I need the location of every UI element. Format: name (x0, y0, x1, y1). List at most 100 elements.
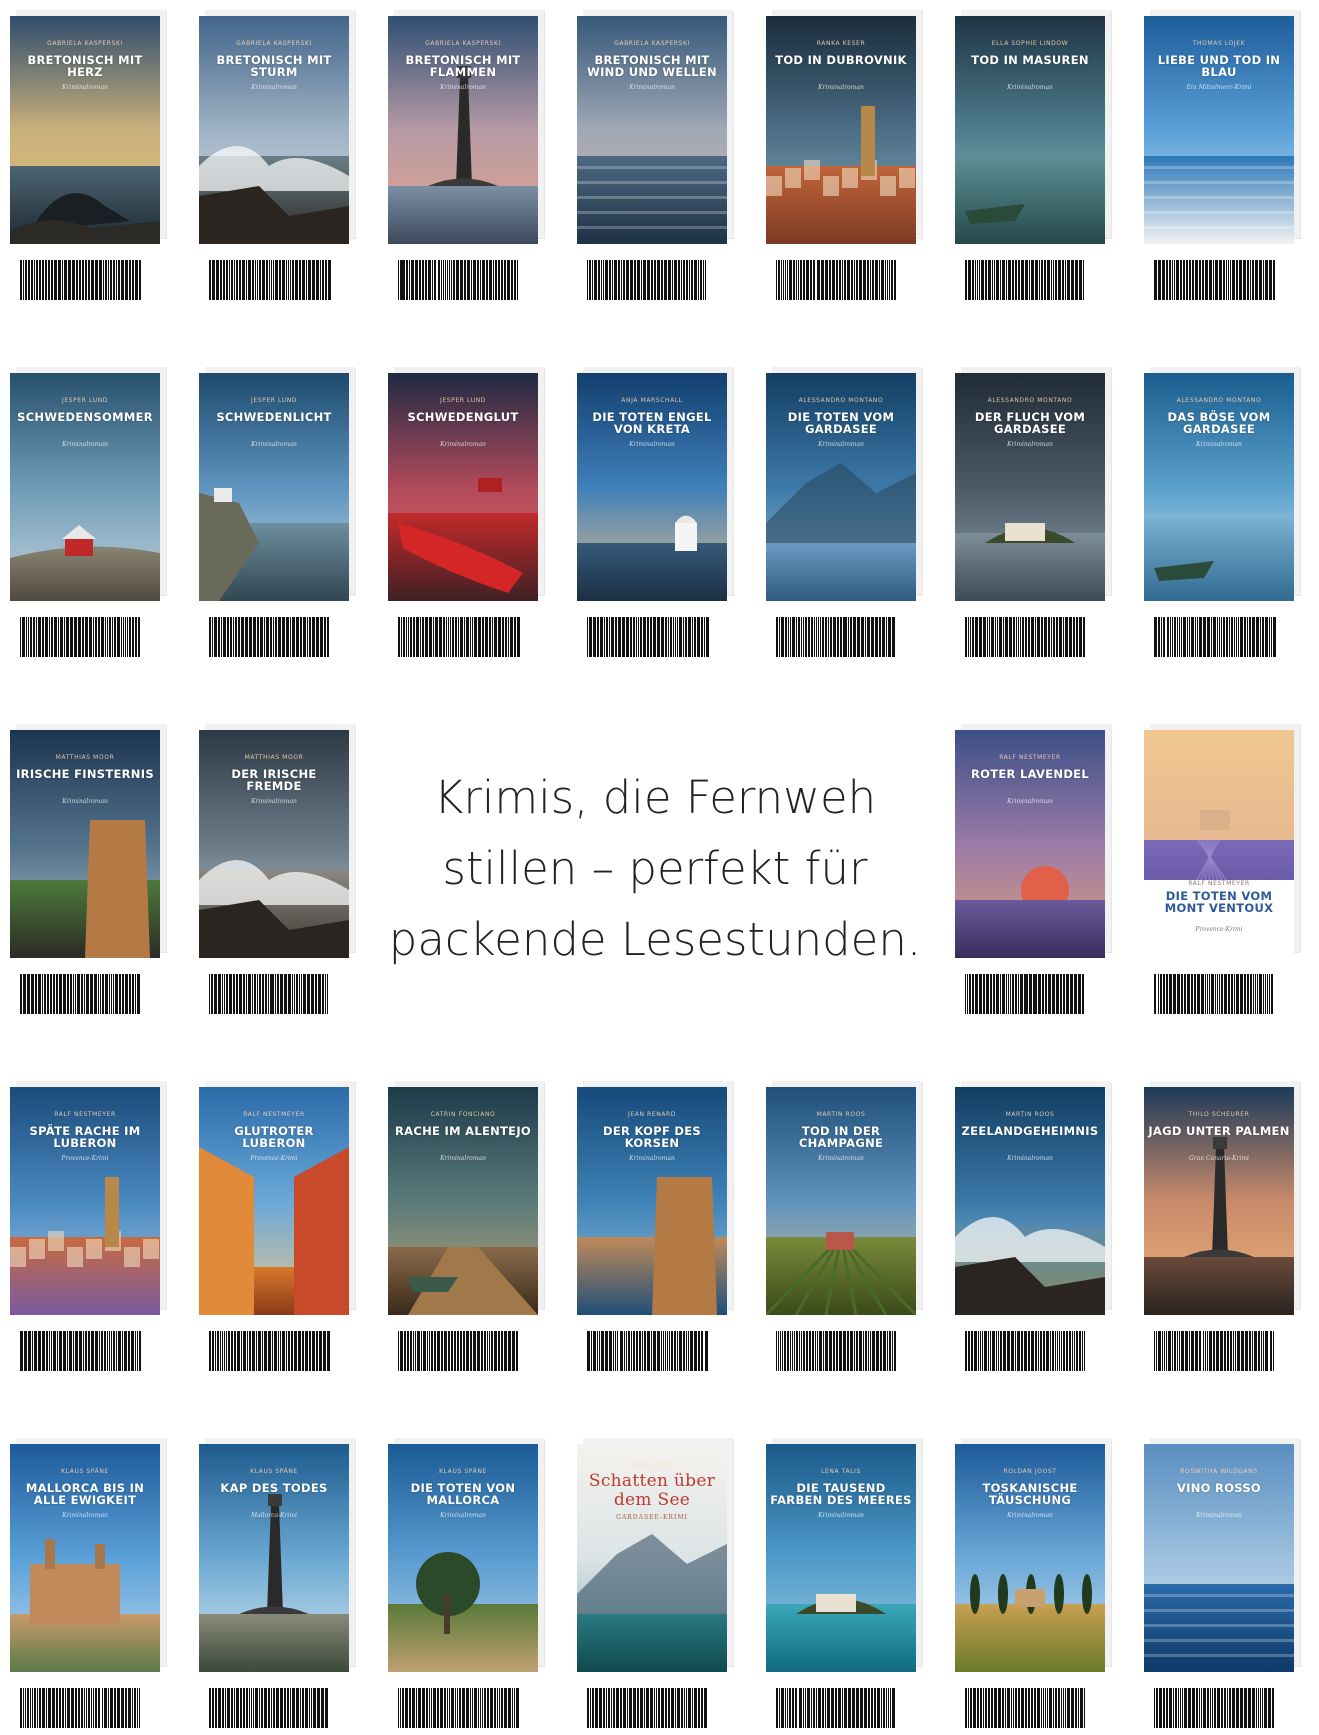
barcode (1154, 617, 1276, 657)
book-item[interactable]: Gabriela Kasperski Bretonisch mit Sturm Kr… (189, 0, 354, 300)
cover-art (199, 373, 349, 601)
book-item[interactable]: Gabriela Kasperski Bretonisch mit Flammen… (378, 0, 543, 300)
book-item[interactable]: Martin Roos Zeelandgeheimnis Kriminalroman (945, 1071, 1110, 1371)
book-item[interactable]: Jesper Lund Schwedensommer Kriminalroman (0, 357, 165, 657)
book-author: Ralf Nestmeyer (54, 1111, 116, 1118)
book-title: Liebe und Tod in Blau (1157, 53, 1281, 79)
book-item[interactable]: Lena Talis Die tausend Farben des Meeres K… (756, 1428, 921, 1728)
book-item[interactable]: Gabriela Kasperski Bretonisch mit Herz Kri… (0, 0, 165, 300)
book-cover[interactable]: Ralf Nestmeyer Glutroter Luberon Provence-… (199, 1087, 349, 1315)
book-cover[interactable]: Ralf Nestmeyer Die Toten vom Mont Ventoux… (1144, 730, 1294, 958)
barcode-wrapper (209, 974, 331, 1014)
book-title: Tod in der Champagne (798, 1124, 884, 1150)
book-item[interactable]: Ralf Nestmeyer Die Toten vom Mont Ventoux… (1134, 714, 1299, 1014)
cover-art (766, 373, 916, 601)
book-cover[interactable]: Martin Roos Zeelandgeheimnis Kriminalroman (955, 1087, 1105, 1315)
book-cover[interactable]: Alessandro Montano Die Toten vom Gardasee… (766, 373, 916, 601)
book-cover[interactable]: Catrin Fonciano Rache im Alentejo Kriminal… (388, 1087, 538, 1315)
book-item[interactable]: Jean Renard Der Kopf des Korsen Kriminalro… (567, 1071, 732, 1371)
book-author: Ranka Keser (816, 40, 866, 47)
book-item[interactable]: Ralf Nestmeyer Späte Rache im Luberon Prov… (0, 1071, 165, 1371)
book-item[interactable]: Klaus Späne Die Toten von Mallorca Krimina… (378, 1428, 543, 1728)
book-author: Matthias Moor (244, 754, 304, 761)
book-title: Späte Rache im Luberon (29, 1124, 141, 1150)
book-author: Anja Marschall (621, 397, 683, 404)
barcode (20, 1688, 140, 1728)
book-item[interactable]: Catrin Fonciano Rache im Alentejo Kriminal… (378, 1071, 543, 1371)
book-title: Roter Lavendel (971, 767, 1089, 781)
book-item[interactable]: Ranka Keser Tod in Dubrovnik Kriminalroman (756, 0, 921, 300)
book-subtitle: Kriminalroman (251, 441, 297, 448)
book-cover[interactable]: Roswitha Wildgans Vino Rosso Kriminalroman (1144, 1444, 1294, 1672)
barcode (1154, 1688, 1274, 1728)
book-title: Der Kopf des Korsen (602, 1124, 701, 1150)
book-item[interactable]: Doris Stenig Schatten über dem See GARDASE… (567, 1428, 732, 1728)
book-item[interactable]: Thomas Lojek Liebe und Tod in Blau Ein Mit… (1134, 0, 1299, 300)
book-item[interactable]: Matthias Moor Irische Finsternis Kriminalr… (0, 714, 165, 1014)
barcode (209, 974, 328, 1014)
book-cover[interactable]: Gabriela Kasperski Bretonisch mit Herz Kri… (10, 16, 160, 244)
book-item[interactable]: Ralf Nestmeyer Roter Lavendel Kriminalroma… (945, 714, 1110, 1014)
book-item[interactable]: Jesper Lund Schwedenlicht Kriminalroman (189, 357, 354, 657)
book-item[interactable]: Anja Marschall Die toten Engel von Kreta K… (567, 357, 732, 657)
book-title: Bretonisch mit Wind und Wellen (587, 53, 717, 79)
cover-art (1144, 16, 1294, 244)
book-author: Lena Talis (821, 1468, 861, 1475)
book-cover[interactable]: Gabriela Kasperski Bretonisch mit Sturm Kr… (199, 16, 349, 244)
book-item[interactable]: Alessandro Montano Der Fluch vom Gardasee… (945, 357, 1110, 657)
book-cover[interactable]: Thilo Scheurer Jagd unter Palmen Gran Cana… (1144, 1087, 1294, 1315)
book-author: Gabriela Kasperski (236, 40, 312, 47)
book-author: Catrin Fonciano (430, 1111, 496, 1118)
book-item[interactable]: Martin Roos Tod in der Champagne Kriminalr… (756, 1071, 921, 1371)
book-author: Gabriela Kasperski (47, 40, 123, 47)
barcode-wrapper (587, 260, 709, 300)
book-subtitle: Kriminalroman (440, 1512, 486, 1519)
book-item[interactable]: Jesper Lund Schwedenglut Kriminalroman (378, 357, 543, 657)
book-cover[interactable]: Lena Talis Die tausend Farben des Meeres K… (766, 1444, 916, 1672)
book-cover[interactable]: Jean Renard Der Kopf des Korsen Kriminalro… (577, 1087, 727, 1315)
book-title: Die Toten vom Gardasee (787, 410, 895, 436)
book-item[interactable]: Klaus Späne Mallorca bis in alle Ewigkeit… (0, 1428, 165, 1728)
cover-art (388, 373, 538, 601)
book-author: Klaus Späne (250, 1468, 298, 1475)
book-cover[interactable]: Gabriela Kasperski Bretonisch mit Flammen… (388, 16, 538, 244)
book-cover[interactable]: Klaus Späne Kap des Todes Mallorca-Krimi (199, 1444, 349, 1672)
book-cover[interactable]: Anja Marschall Die toten Engel von Kreta K… (577, 373, 727, 601)
barcode-wrapper (398, 1331, 520, 1371)
book-item[interactable]: Ella Sophie Lindow Tod in Masuren Kriminal… (945, 0, 1110, 300)
book-item[interactable]: Klaus Späne Kap des Todes Mallorca-Krimi (189, 1428, 354, 1728)
book-author: Jesper Lund (440, 397, 486, 404)
book-cover[interactable]: Doris Stenig Schatten über dem See GARDASE… (577, 1444, 727, 1672)
book-cover[interactable]: Martin Roos Tod in der Champagne Kriminalr… (766, 1087, 916, 1315)
book-cover[interactable]: Jesper Lund Schwedenglut Kriminalroman (388, 373, 538, 601)
book-cover[interactable]: Alessandro Montano Der Fluch vom Gardasee… (955, 373, 1105, 601)
book-cover[interactable]: Gabriela Kasperski Bretonisch mit Wind un… (577, 16, 727, 244)
book-title: Schwedensommer (17, 410, 153, 424)
book-cover[interactable]: Thomas Lojek Liebe und Tod in Blau Ein Mit… (1144, 16, 1294, 244)
book-item[interactable]: Gabriela Kasperski Bretonisch mit Wind un… (567, 0, 732, 300)
book-item[interactable]: Ralf Nestmeyer Glutroter Luberon Provence-… (189, 1071, 354, 1371)
book-item[interactable]: Alessandro Montano Die Toten vom Gardasee… (756, 357, 921, 657)
book-cover[interactable]: Jesper Lund Schwedensommer Kriminalroman (10, 373, 160, 601)
book-cover[interactable]: Ralf Nestmeyer Späte Rache im Luberon Prov… (10, 1087, 160, 1315)
barcode (1154, 974, 1273, 1014)
book-cover[interactable]: Ralf Nestmeyer Roter Lavendel Kriminalroma… (955, 730, 1105, 958)
cover-art (766, 1444, 916, 1672)
book-cover[interactable]: Alessandro Montano Das Böse vom Gardasee K… (1144, 373, 1294, 601)
book-cover[interactable]: Matthias Moor Irische Finsternis Kriminalr… (10, 730, 160, 958)
book-subtitle: Kriminalroman (440, 84, 486, 91)
book-item[interactable]: Thilo Scheurer Jagd unter Palmen Gran Cana… (1134, 1071, 1299, 1371)
book-item[interactable]: Roldan Joost Toskanische Täuschung Krimina… (945, 1428, 1110, 1728)
book-cover[interactable]: Matthias Moor Der irische Fremde Kriminalr… (199, 730, 349, 958)
book-cover[interactable]: Klaus Späne Die Toten von Mallorca Krimina… (388, 1444, 538, 1672)
book-cover[interactable]: Ranka Keser Tod in Dubrovnik Kriminalroman (766, 16, 916, 244)
book-cover[interactable]: Klaus Späne Mallorca bis in alle Ewigkeit… (10, 1444, 160, 1672)
book-item[interactable]: Matthias Moor Der irische Fremde Kriminalr… (189, 714, 354, 1014)
book-cover[interactable]: Roldan Joost Toskanische Täuschung Krimina… (955, 1444, 1105, 1672)
book-item[interactable]: Roswitha Wildgans Vino Rosso Kriminalroman (1134, 1428, 1299, 1728)
book-item[interactable]: Alessandro Montano Das Böse vom Gardasee K… (1134, 357, 1299, 657)
book-subtitle: Kriminalroman (440, 441, 486, 448)
book-cover[interactable]: Jesper Lund Schwedenlicht Kriminalroman (199, 373, 349, 601)
book-author: Jean Renard (627, 1111, 676, 1118)
book-cover[interactable]: Ella Sophie Lindow Tod in Masuren Kriminal… (955, 16, 1105, 244)
